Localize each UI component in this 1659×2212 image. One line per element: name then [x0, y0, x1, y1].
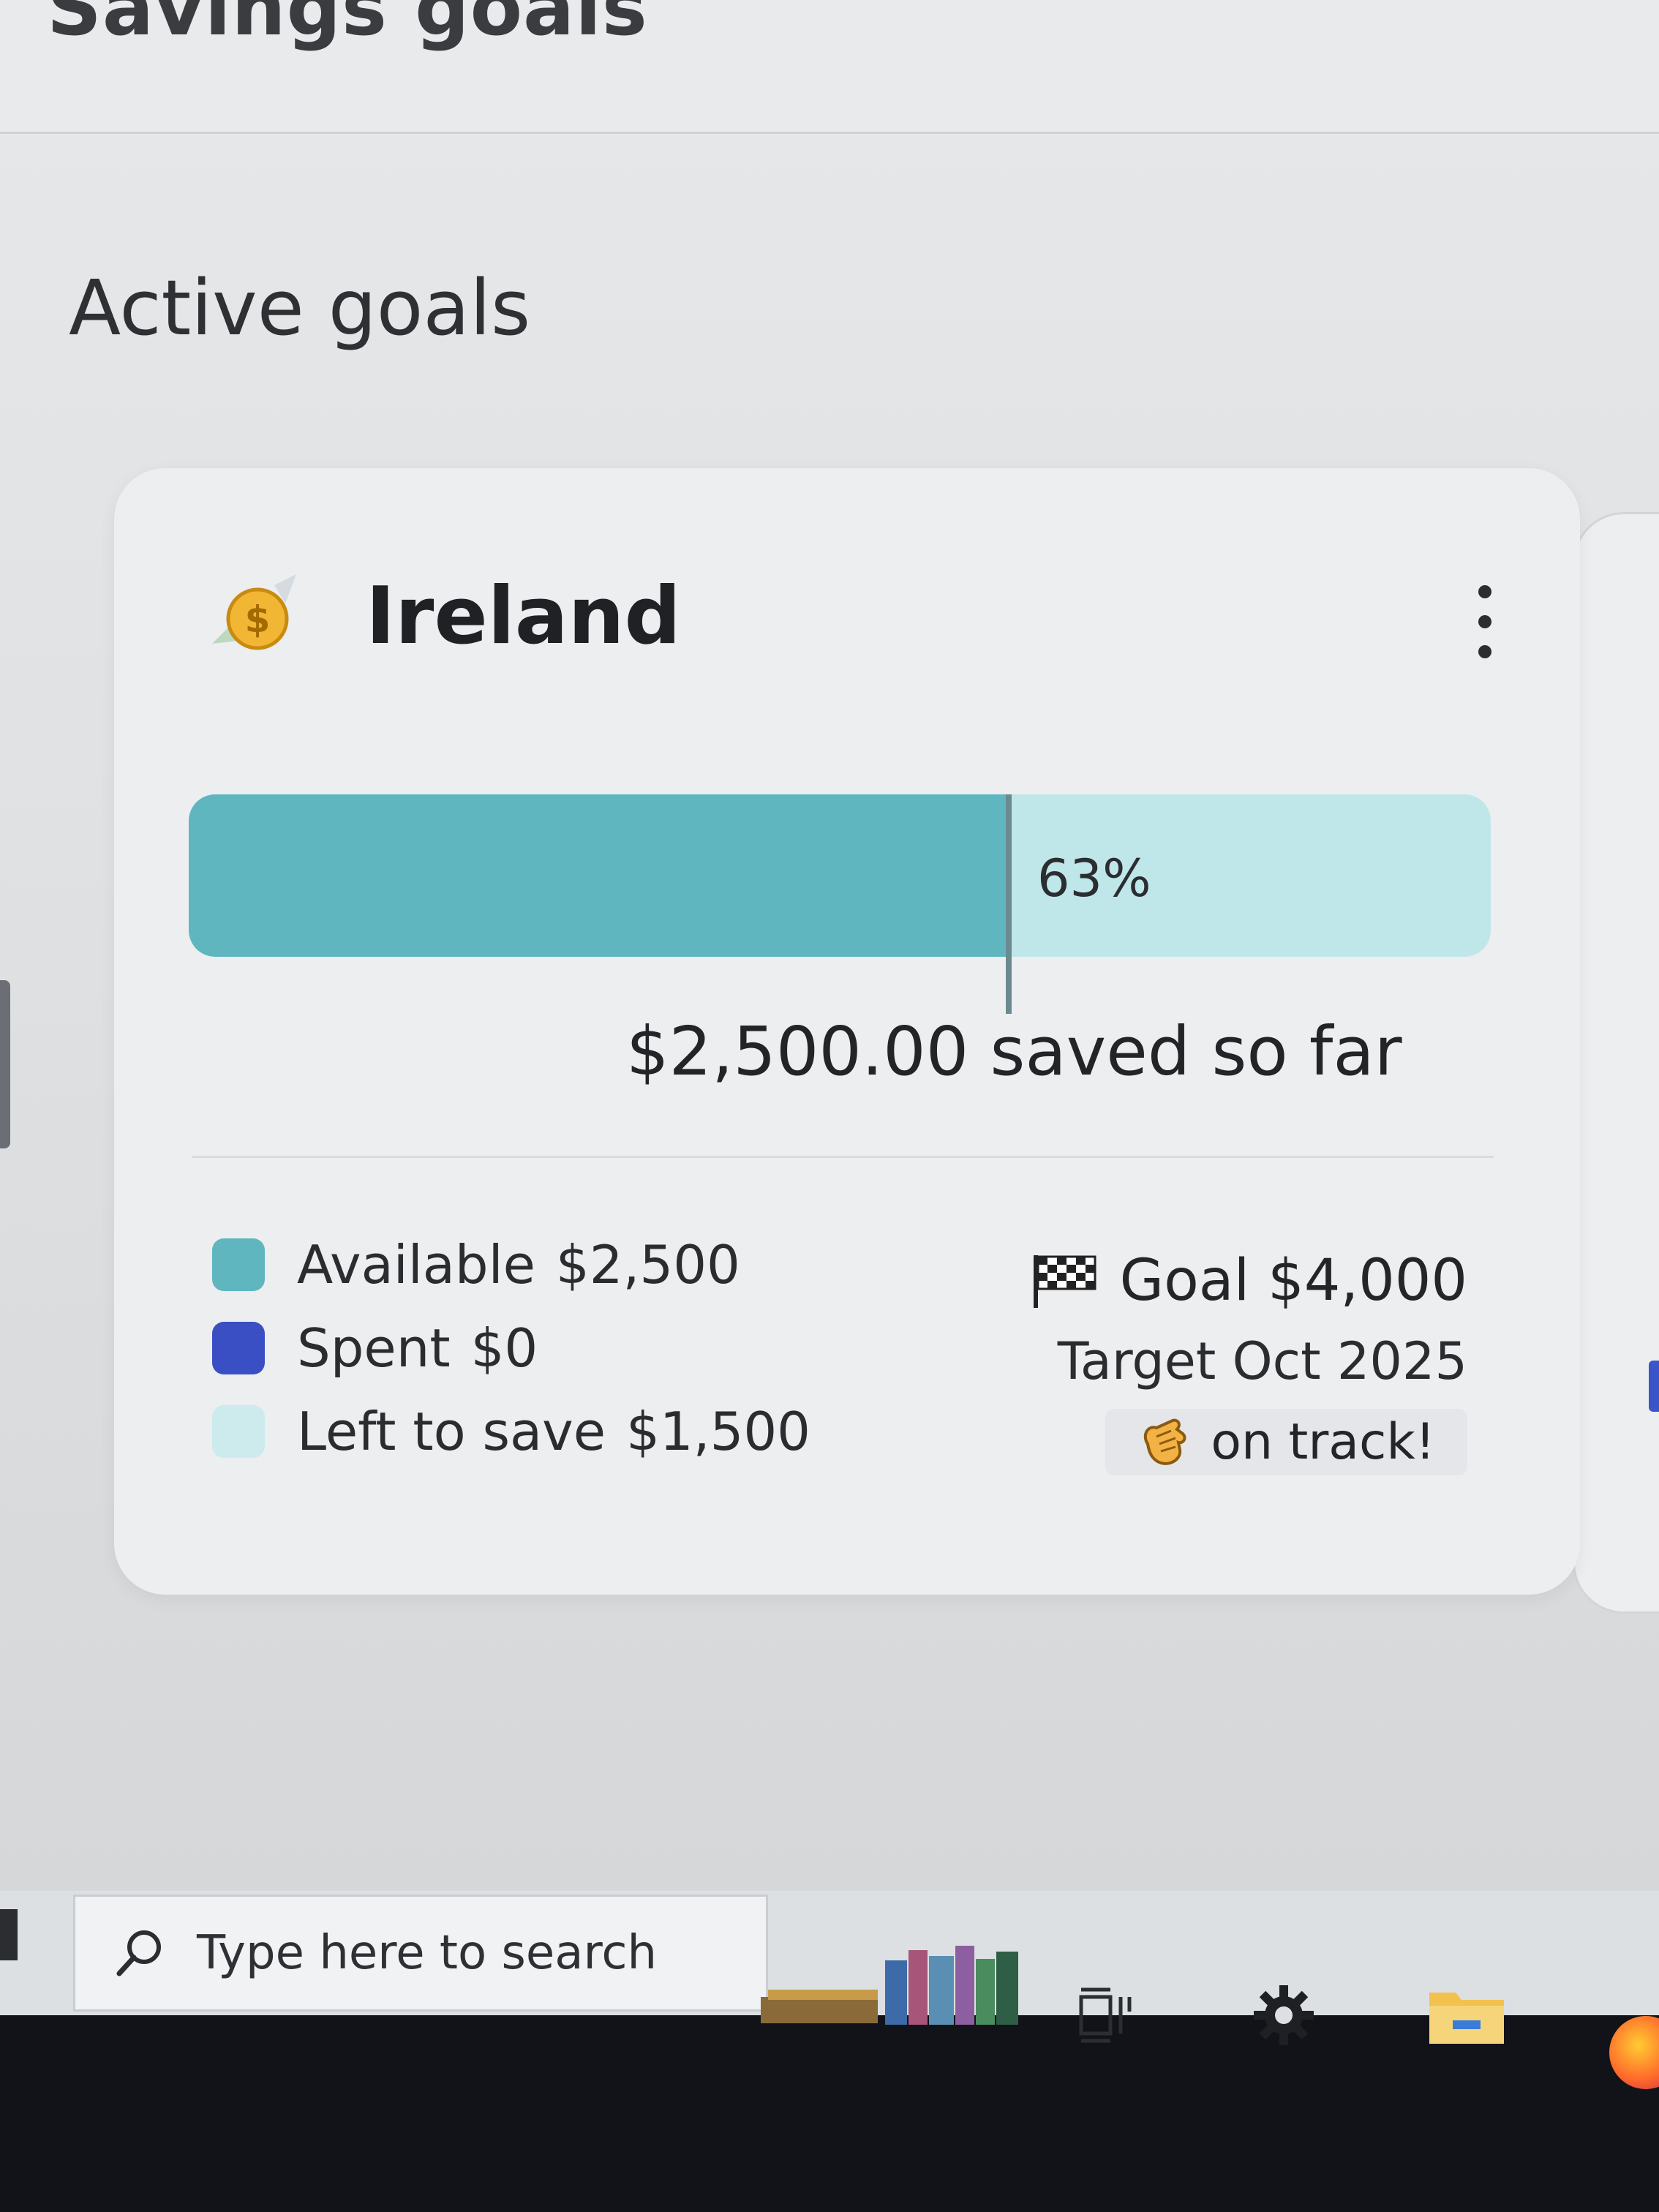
- progress-bar-fill: [189, 794, 1009, 957]
- legend-label: Left to save: [297, 1401, 606, 1462]
- status-badge: on track!: [1105, 1409, 1467, 1475]
- saved-so-far: $2,500.00 saved so far: [626, 1012, 1402, 1091]
- status-text: on track!: [1211, 1413, 1435, 1471]
- app-window: Savings goals Active goals $ Ireland 63%…: [0, 0, 1659, 1891]
- next-goal-card[interactable]: [1573, 512, 1659, 1614]
- svg-text:$: $: [245, 598, 271, 641]
- legend-swatch-spent: [212, 1322, 265, 1374]
- file-explorer-icon[interactable]: [1426, 1982, 1507, 2048]
- page-title: Savings goals: [47, 0, 648, 53]
- progress-percent: 63%: [1037, 849, 1151, 908]
- start-button[interactable]: [0, 1909, 18, 1960]
- taskbar-search-box[interactable]: Type here to search: [73, 1895, 768, 2012]
- legend-spent: Spent $0: [212, 1306, 810, 1390]
- task-view-icon[interactable]: [1075, 1982, 1141, 2048]
- progress-bar: [189, 794, 1491, 957]
- goal-amount-row: Goal $4,000: [1031, 1241, 1467, 1321]
- goal-name: Ireland: [366, 571, 681, 662]
- legend-value: $0: [470, 1317, 538, 1379]
- section-title: Active goals: [69, 263, 531, 353]
- checkered-flag-icon: [1033, 1255, 1096, 1308]
- legend-left-to-save: Left to save $1,500: [212, 1390, 810, 1473]
- clapping-hands-icon: [1144, 1418, 1186, 1465]
- legend-value: $1,500: [626, 1401, 810, 1462]
- goal-info: Goal $4,000 Target Oct 2025 on track!: [1031, 1241, 1467, 1475]
- next-card-indicator: [1649, 1361, 1659, 1412]
- settings-gear-icon[interactable]: [1251, 1982, 1317, 2048]
- page-header: Savings goals: [0, 0, 1659, 134]
- target-date: Target Oct 2025: [1057, 1331, 1467, 1391]
- legend-swatch-available: [212, 1238, 265, 1291]
- divider: [192, 1156, 1494, 1158]
- money-with-wings-icon: $: [212, 574, 296, 650]
- search-icon: [116, 1930, 161, 1976]
- legend-label: Available: [297, 1234, 535, 1295]
- legend: Available $2,500 Spent $0 Left to save $…: [212, 1223, 810, 1473]
- books-icon[interactable]: [761, 1946, 1024, 2026]
- legend-swatch-left: [212, 1405, 265, 1458]
- legend-available: Available $2,500: [212, 1223, 810, 1306]
- legend-label: Spent: [297, 1317, 451, 1379]
- left-panel-edge[interactable]: [0, 980, 10, 1148]
- search-placeholder: Type here to search: [197, 1926, 658, 1980]
- progress-marker: [1006, 794, 1012, 1014]
- goal-amount: Goal $4,000: [1119, 1248, 1467, 1314]
- more-vertical-icon[interactable]: [1463, 585, 1507, 658]
- legend-value: $2,500: [555, 1234, 740, 1295]
